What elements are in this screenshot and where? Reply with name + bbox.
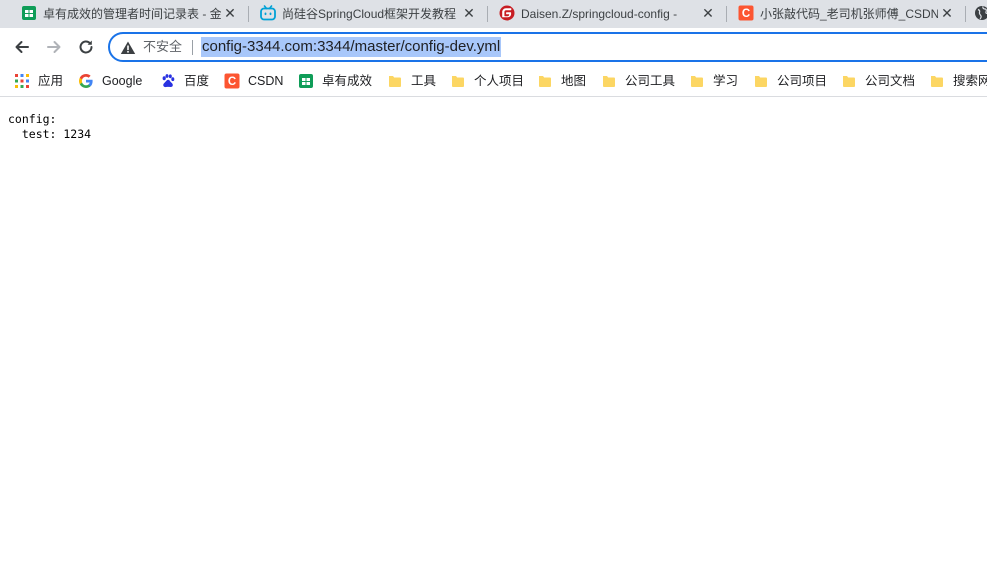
reload-icon [79, 40, 93, 54]
tab-separator [965, 6, 966, 22]
bookmark-label: 公司工具 [625, 74, 676, 88]
back-button[interactable] [9, 34, 35, 60]
close-tab-icon[interactable]: ✕ [222, 4, 238, 22]
reload-button[interactable] [73, 34, 99, 60]
tab-title: 卓有成效的管理者时间记录表 - 金 [43, 7, 221, 21]
tab-gitee[interactable]: Daisen.Z/springcloud-config - ✕ [478, 0, 726, 28]
bookmark-label: CSDN [248, 74, 284, 88]
tab-title: 尚硅谷SpringCloud框架开发教程 [282, 7, 457, 21]
sheets-icon [299, 74, 313, 88]
folder-icon [389, 76, 401, 87]
arrow-left-icon [15, 41, 29, 53]
bookmark-label: 应用 [38, 74, 64, 88]
google-icon [79, 74, 93, 88]
svg-text:C: C [228, 76, 236, 88]
bilibili-icon [260, 5, 276, 21]
folder-icon [539, 76, 551, 87]
folder-icon [755, 76, 767, 87]
bookmark-label: 个人项目 [474, 74, 525, 88]
folder-icon [931, 76, 943, 87]
warning-triangle-icon[interactable] [120, 40, 136, 56]
tab-sheets[interactable]: 卓有成效的管理者时间记录表 - 金 ✕ [0, 0, 248, 28]
close-tab-icon[interactable]: ✕ [939, 4, 955, 22]
baidu-paw-icon [162, 74, 175, 88]
apps-grid-icon [15, 74, 29, 88]
tab-strip: 卓有成效的管理者时间记录表 - 金 ✕ 尚硅谷SpringCloud框架开发教程… [0, 0, 987, 28]
close-tab-icon[interactable]: ✕ [700, 4, 716, 22]
yaml-line: test: 1234 [8, 126, 92, 141]
folder-icon [691, 76, 703, 87]
forward-button[interactable] [41, 34, 67, 60]
security-label[interactable]: 不安全 [143, 39, 182, 55]
bookmark-label: 学习 [713, 74, 739, 88]
bookmark-label: 公司项目 [777, 74, 828, 88]
arrow-right-icon [47, 41, 61, 53]
tab-bilibili[interactable]: 尚硅谷SpringCloud框架开发教程 ✕ [239, 0, 487, 28]
bookmark-label: 工具 [411, 74, 437, 88]
csdn-icon: C [224, 73, 240, 89]
bookmark-label: 公司文档 [865, 74, 916, 88]
tab-title: Daisen.Z/springcloud-config - [521, 7, 678, 21]
tab-title: 小张敲代码_老司机张师傅_CSDN [760, 7, 938, 21]
bookmark-label: Google [102, 74, 143, 88]
toolbar: 不安全 config-3344.com:3344/master/config-d… [0, 28, 987, 66]
yaml-content: config: test: 1234 [8, 112, 91, 141]
bookmark-label: 百度 [184, 74, 210, 88]
close-tab-icon[interactable]: ✕ [461, 4, 477, 22]
csdn-icon: C [738, 5, 754, 21]
svg-text:C: C [742, 8, 750, 20]
globe-icon[interactable] [974, 5, 987, 21]
bookmark-label: 卓有成效 [322, 74, 373, 88]
url-text[interactable]: config-3344.com:3344/master/config-dev.y… [201, 37, 502, 57]
folder-icon [843, 76, 855, 87]
sheets-icon [22, 6, 36, 20]
gitee-icon [499, 5, 515, 21]
address-divider [192, 40, 193, 55]
address-bar[interactable]: 不安全 config-3344.com:3344/master/config-d… [108, 32, 987, 62]
folder-icon [603, 76, 615, 87]
tab-csdn[interactable]: C 小张敲代码_老司机张师傅_CSDN ✕ [717, 0, 965, 28]
bookmark-label: 搜索网 [953, 74, 987, 88]
toolbar-divider [0, 96, 987, 97]
bookmarks-bar: 应用 Google 百度 C CSDN 卓有成效 工具 个人项目 地图 公司工具… [0, 66, 987, 96]
bookmark-label: 地图 [561, 74, 587, 88]
yaml-line: config: [8, 112, 57, 126]
folder-icon [452, 76, 464, 87]
